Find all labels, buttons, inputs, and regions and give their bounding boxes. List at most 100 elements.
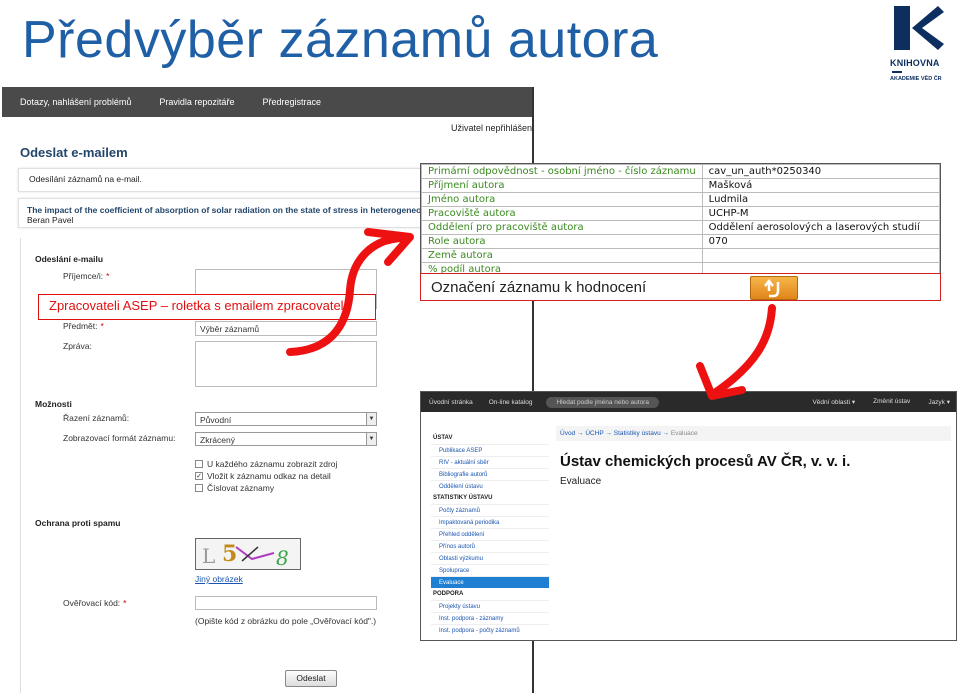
- logo-divider: [892, 71, 902, 73]
- portal-screenshot: Úvodní stránka On-line katalog Hledat po…: [420, 391, 957, 641]
- record-table-row: Země autora: [421, 248, 940, 263]
- record-field-value: 070: [701, 234, 940, 249]
- breadcrumb-institute[interactable]: ÚCHP: [585, 430, 603, 437]
- asep-callout: Zpracovateli ASEP – roletka s emailem zp…: [38, 294, 376, 320]
- sort-select[interactable]: Původní ▼: [195, 412, 377, 426]
- message-label: Zpráva:: [63, 341, 92, 351]
- user-status: Uživatel nepřihlášen: [450, 123, 532, 133]
- record-field-value: Ludmila: [701, 192, 940, 207]
- sidebar-section-header: ÚSTAV: [433, 435, 453, 441]
- nav-item-language[interactable]: Jazyk ▾: [928, 398, 950, 406]
- record-table-row: Role autora 070: [421, 234, 940, 249]
- return-arrow-icon: [764, 278, 780, 298]
- code-hint: (Opište kód z obrázku do pole „Ověřovací…: [195, 616, 377, 626]
- record-table-row: Příjmení autora Mašková: [421, 178, 940, 193]
- record-field-value: Oddělení aerosolových a laserových studi…: [701, 220, 940, 235]
- checkbox-icon: [195, 460, 203, 468]
- svg-text:5: 5: [222, 541, 237, 567]
- page-heading: Odeslat e-mailem: [20, 145, 128, 160]
- nav-item-rules[interactable]: Pravidla repozitáře: [159, 97, 234, 107]
- sidebar-item[interactable]: Spoluprace: [431, 564, 549, 576]
- record-field-name: Pracoviště autora: [421, 206, 703, 221]
- checkbox-detail-link[interactable]: ✓ Vložit k záznamu odkaz na detail: [195, 471, 331, 481]
- breadcrumb-home[interactable]: Úvod: [560, 430, 575, 437]
- recipient-label: Příjemce/i: *: [63, 271, 110, 281]
- mark-record-button[interactable]: [750, 276, 798, 300]
- portal-top-nav: Úvodní stránka On-line katalog Hledat po…: [421, 392, 956, 412]
- checkbox-icon: [195, 484, 203, 492]
- record-table-row: Oddělení pro pracoviště autora Oddělení a…: [421, 220, 940, 235]
- nav-item-catalog[interactable]: On-line katalog: [481, 399, 541, 406]
- sidebar-item[interactable]: Inst. podpora - záznamy: [431, 612, 549, 624]
- record-field-name: Primární odpovědnost - osobní jméno - čí…: [421, 164, 703, 179]
- message-textarea[interactable]: [195, 341, 377, 387]
- svg-text:L: L: [202, 544, 215, 568]
- sidebar-item[interactable]: Inst. podpora - počty záznamů: [431, 624, 549, 636]
- section-send-email: Odeslání e-mailu: [35, 254, 104, 264]
- breadcrumb-statistics[interactable]: Statistiky ústavu: [614, 430, 661, 437]
- sidebar-item[interactable]: Evaluace: [431, 576, 549, 588]
- red-arrow-icon: [696, 304, 776, 400]
- section-options: Možnosti: [35, 399, 72, 409]
- record-field-value: UCHP-M: [701, 206, 940, 221]
- format-select[interactable]: Zkrácený ▼: [195, 432, 377, 446]
- portal-sidebar: ÚSTAV Publikace ASEP RIV - aktuální sběr Bi…: [431, 432, 549, 636]
- send-button[interactable]: Odeslat: [285, 670, 337, 687]
- sidebar-section-header: PODPORA: [433, 591, 464, 597]
- knihovna-logo: KNIHOVNA AKADEMIE VĚD ČR: [890, 4, 950, 84]
- nav-item-fields[interactable]: Vědní oblasti ▾: [812, 398, 855, 406]
- sidebar-item[interactable]: Projekty ústavu: [431, 600, 549, 612]
- record-field-value: cav_un_auth*0250340: [701, 164, 940, 179]
- portal-main: Úvod → ÚCHP → Statistiky ústavu → Evalua…: [556, 426, 951, 487]
- checkmark-icon: ✓: [195, 472, 203, 480]
- sidebar-item[interactable]: Bibliografie autorů: [431, 468, 549, 480]
- sidebar-item[interactable]: Přehled oddělení: [431, 528, 549, 540]
- record-field-value: Mašková: [701, 178, 940, 193]
- breadcrumb-current: Evaluace: [670, 430, 698, 437]
- code-input[interactable]: [195, 596, 377, 610]
- record-field-name: Příjmení autora: [421, 178, 703, 193]
- page-subheading: Odesílání záznamů na e-mail.: [29, 174, 142, 184]
- checkbox-number-records[interactable]: Číslovat záznamy: [195, 483, 274, 493]
- record-field-name: Oddělení pro pracoviště autora: [421, 220, 703, 235]
- checkbox-show-source[interactable]: U každého záznamu zobrazit zdroj: [195, 459, 337, 469]
- sidebar-section-header: STATISTIKY ÚSTAVU: [433, 495, 493, 501]
- record-field-value: [701, 248, 940, 263]
- subject-label: Předmět: *: [63, 321, 104, 331]
- sidebar-item[interactable]: Publikace ASEP: [431, 444, 549, 456]
- code-label: Ověřovací kód: *: [63, 598, 127, 608]
- record-table-row: Pracoviště autora UCHP-M: [421, 206, 940, 221]
- logo-text-knihovna: KNIHOVNA: [890, 58, 940, 68]
- chevron-down-icon: ▼: [366, 413, 376, 425]
- institute-subheading: Evaluace: [560, 476, 602, 487]
- other-image-link[interactable]: Jiný obrázek: [195, 574, 243, 584]
- record-field-name: Jméno autora: [421, 192, 703, 207]
- record-table-row: Primární odpovědnost - osobní jméno - čí…: [421, 164, 940, 179]
- sidebar-item[interactable]: Počty záznamů: [431, 504, 549, 516]
- k-logo-icon: [894, 6, 944, 50]
- record-field-name: Role autora: [421, 234, 703, 249]
- nav-item-home[interactable]: Úvodní stránka: [421, 399, 481, 406]
- repository-top-nav: Dotazy, nahlášení problémů Pravidla repo…: [2, 87, 532, 117]
- breadcrumb: Úvod → ÚCHP → Statistiky ústavu → Evalua…: [556, 426, 951, 441]
- sidebar-item[interactable]: Oddělení ústavu: [431, 480, 549, 492]
- nav-item-preregistration[interactable]: Předregistrace: [262, 97, 321, 107]
- sort-label: Řazení záznamů:: [63, 413, 130, 423]
- chevron-down-icon: ▼: [366, 433, 376, 445]
- sidebar-item[interactable]: Přínos autorů: [431, 540, 549, 552]
- slide-title: Předvýběr záznamů autora: [22, 11, 659, 69]
- section-spam: Ochrana proti spamu: [35, 518, 121, 528]
- captcha-image: L 5 8: [195, 538, 301, 570]
- sidebar-item[interactable]: Oblasti výzkumu: [431, 552, 549, 564]
- sidebar-item[interactable]: Impaktovaná periodika: [431, 516, 549, 528]
- record-field-name: Země autora: [421, 248, 703, 263]
- portal-search-input[interactable]: Hledat podle jména nebo autora: [546, 396, 659, 408]
- svg-text:8: 8: [276, 546, 289, 570]
- mark-record-bar: Označení záznamu k hodnocení: [420, 273, 941, 301]
- format-label: Zobrazovací formát záznamu:: [63, 433, 176, 443]
- nav-item-change-institute[interactable]: Změnit ústav: [873, 398, 910, 406]
- logo-text-akademie: AKADEMIE VĚD ČR: [890, 76, 942, 82]
- nav-item-questions[interactable]: Dotazy, nahlášení problémů: [20, 97, 131, 107]
- subject-input[interactable]: Výběr záznamů: [195, 321, 377, 336]
- sidebar-item[interactable]: RIV - aktuální sběr: [431, 456, 549, 468]
